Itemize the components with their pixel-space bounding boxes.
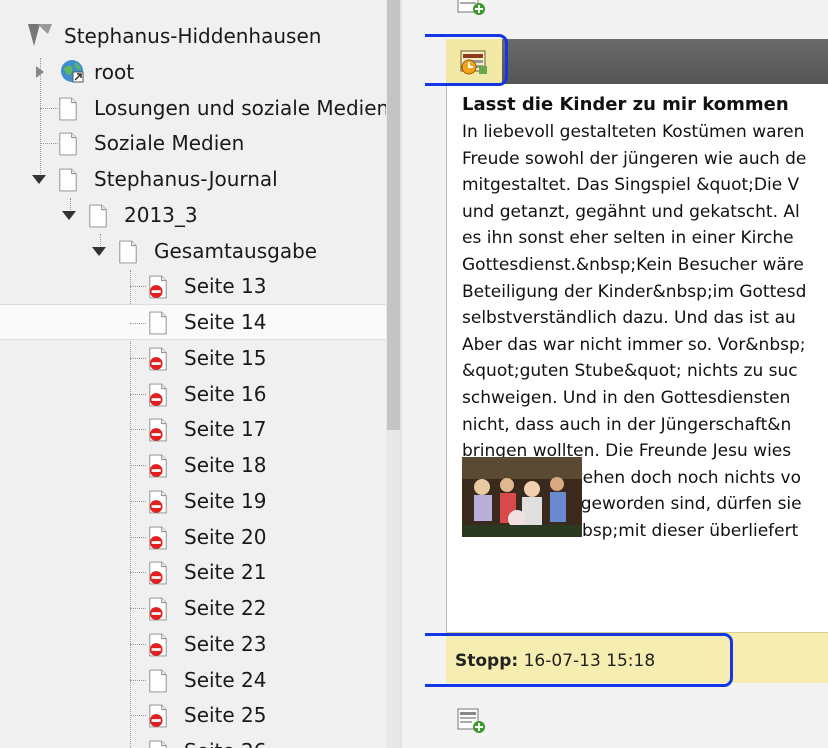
tree-item[interactable]: Seite 13 — [0, 268, 386, 304]
page-icon — [149, 311, 167, 335]
content-text-line: In liebevoll gestalteten Kostümen waren — [462, 122, 805, 142]
content-element-body: Lasst die Kinder zu mir kommen In liebev… — [446, 84, 828, 632]
content-text-line: Freude sowohl der jüngeren wie auch de — [462, 148, 807, 169]
tree-item-label: Seite 21 — [184, 560, 267, 584]
content-text-line: nicht, dass auch in der Jüngerschaft&n — [462, 414, 792, 435]
tree-item-label: Seite 18 — [184, 453, 267, 477]
tree-item-label: Seite 20 — [184, 525, 267, 549]
tree-item-label: Seite 23 — [184, 632, 267, 656]
tree-scrollbar[interactable] — [386, 0, 401, 748]
content-text-line: es ihn sonst eher selten in einer Kirche — [462, 228, 794, 249]
content-text-line: mitgestaltet. Das Singspiel &quot;Die V — [462, 175, 800, 196]
page-tree: Stephanus-Hiddenhausen root Losungen und … — [0, 0, 386, 748]
collapse-toggle-icon[interactable] — [92, 247, 106, 256]
page-restricted-icon — [149, 597, 167, 621]
tree-item-label: Seite 15 — [184, 346, 267, 370]
page-icon — [89, 204, 107, 228]
page-restricted-icon — [149, 526, 167, 550]
tree-item[interactable]: Seite 22 — [0, 590, 386, 626]
tree-item[interactable]: Seite 25 — [0, 697, 386, 733]
page-restricted-icon — [149, 561, 167, 585]
tree-item-label: Seite 14 — [184, 310, 267, 334]
tree-item[interactable]: Seite 15 — [0, 340, 386, 376]
tree-item-label: Gesamtausgabe — [154, 239, 318, 263]
tree-item[interactable]: root — [0, 54, 386, 90]
tree-item-label: root — [94, 60, 135, 84]
page-restricted-icon — [149, 275, 167, 299]
collapse-toggle-icon[interactable] — [32, 175, 46, 184]
tree-item-label: Seite 16 — [184, 382, 267, 406]
tree-item-label: 2013_3 — [124, 203, 198, 227]
tree-item[interactable]: Seite 16 — [0, 376, 386, 412]
tree-site-root[interactable]: Stephanus-Hiddenhausen — [0, 18, 386, 54]
content-title: Lasst die Kinder zu mir kommen — [462, 94, 789, 115]
tree-item[interactable]: Seite 17 — [0, 411, 386, 447]
page-restricted-icon — [149, 454, 167, 478]
tree-item[interactable]: Seite 14 — [0, 304, 386, 340]
content-text-line: Aber das war nicht immer so. Vor&nbsp; — [462, 334, 806, 355]
tree-item-label: Seite 13 — [184, 274, 267, 298]
page-icon — [149, 740, 167, 748]
collapse-toggle-icon[interactable] — [62, 211, 76, 220]
tree-item[interactable]: Seite 20 — [0, 519, 386, 555]
page-restricted-icon — [149, 418, 167, 442]
page-restricted-icon — [149, 704, 167, 728]
tree-item[interactable]: Seite 19 — [0, 483, 386, 519]
highlight-element-icon — [425, 34, 508, 86]
content-text-line: &quot;guten Stube&quot; nichts zu suc — [462, 361, 798, 382]
content-photo — [462, 457, 582, 537]
tree-item-label: Seite 17 — [184, 417, 267, 441]
content-text-line: schweigen. Und in den Gottesdiensten — [462, 388, 791, 408]
page-restricted-icon — [149, 633, 167, 657]
page-restricted-icon — [149, 383, 167, 407]
tree-item[interactable]: 2013_3 — [0, 197, 386, 233]
panel-divider[interactable] — [401, 0, 426, 748]
content-text-line: Gottesdienst.&nbsp;Kein Besucher wäre — [462, 255, 804, 275]
page-restricted-icon — [149, 490, 167, 514]
content-text-line: Beteiligung der Kinder&nbsp;im Gottesd — [462, 281, 807, 302]
tree-item[interactable]: Gesamtausgabe — [0, 233, 386, 269]
tree-item-label: Seite 19 — [184, 489, 267, 513]
highlight-stop-date — [425, 633, 733, 687]
typo3-logo-icon — [28, 24, 52, 46]
new-content-element-icon[interactable] — [457, 0, 487, 16]
page-icon — [119, 240, 137, 264]
page-content-area: Lasst die Kinder zu mir kommen In liebev… — [425, 0, 828, 748]
page-icon — [149, 669, 167, 693]
tree-item-label: Losungen und soziale Medien — [94, 96, 386, 120]
tree-item-label: Soziale Medien — [94, 131, 245, 155]
page-restricted-icon — [149, 347, 167, 371]
tree-scrollbar-thumb[interactable] — [387, 0, 400, 430]
tree-site-label: Stephanus-Hiddenhausen — [64, 24, 322, 48]
tree-item[interactable]: Seite 26 — [0, 733, 386, 748]
new-content-element-bottom-icon[interactable] — [457, 707, 487, 735]
content-text-line: und getanzt, gegähnt und gekatscht. Al — [462, 201, 800, 222]
page-icon — [59, 132, 77, 156]
tree-item-label: Seite 24 — [184, 668, 267, 692]
globe-link-icon — [61, 60, 84, 83]
tree-item[interactable]: Seite 18 — [0, 447, 386, 483]
expand-toggle-icon[interactable] — [36, 66, 44, 78]
tree-item-label: Seite 26 — [184, 733, 267, 748]
page-icon — [59, 97, 77, 121]
tree-item[interactable]: Stephanus-Journal — [0, 161, 386, 197]
tree-item[interactable]: Soziale Medien — [0, 125, 386, 161]
page-icon — [59, 168, 77, 192]
tree-item[interactable]: Seite 21 — [0, 554, 386, 590]
tree-item[interactable]: Seite 23 — [0, 626, 386, 662]
tree-item-label: Seite 22 — [184, 596, 267, 620]
tree-item-label: Stephanus-Journal — [94, 167, 278, 191]
content-text-line: selbstverständlich dazu. Und das ist au — [462, 308, 796, 329]
tree-item[interactable]: Seite 24 — [0, 662, 386, 698]
tree-item-label: Seite 25 — [184, 703, 267, 727]
tree-item[interactable]: Losungen und soziale Medien — [0, 90, 386, 126]
